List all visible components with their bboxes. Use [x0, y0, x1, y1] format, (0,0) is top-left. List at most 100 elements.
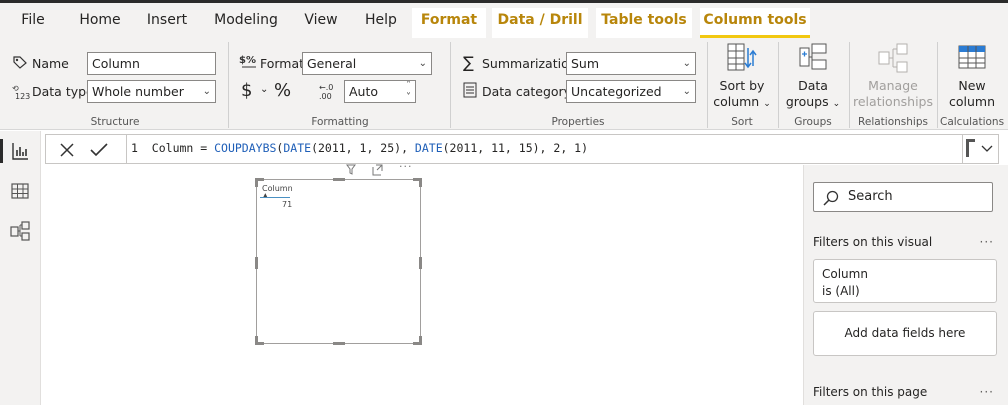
manage-relationships-button[interactable]: Manage relationships	[852, 42, 934, 110]
decimal-places-icon[interactable]: ←.0 .00	[318, 82, 336, 100]
tab-data-drill[interactable]: Data / Drill	[492, 8, 588, 38]
header-underline	[260, 197, 290, 198]
tab-home[interactable]: Home	[72, 8, 128, 38]
decimals-value: Auto	[349, 84, 379, 99]
cancel-formula-icon[interactable]	[54, 138, 80, 162]
visual-toolbar	[346, 164, 383, 176]
active-indicator	[0, 139, 3, 163]
chevron-down-icon	[966, 139, 993, 157]
more-options-icon[interactable]: ···	[980, 385, 994, 399]
data-groups-icon	[799, 43, 827, 70]
data-groups-button[interactable]: Data groups ⌄	[782, 42, 844, 112]
relationships-label-2: relationships	[853, 94, 933, 109]
filter-card-column[interactable]: Column is (All)	[813, 259, 997, 303]
svg-text:←.0: ←.0	[319, 83, 333, 92]
properties-group-label: Properties	[551, 116, 605, 128]
sort-group-label: Sort	[731, 116, 753, 128]
data-category-value: Uncategorized	[571, 84, 662, 99]
currency-button[interactable]: $	[241, 80, 252, 101]
relationships-label-1: Manage	[868, 78, 918, 93]
chevron-down-icon: ⌄	[682, 58, 691, 69]
svg-text:123: 123	[15, 92, 30, 100]
resize-handle[interactable]	[255, 336, 258, 345]
focus-mode-icon[interactable]	[372, 164, 383, 176]
ribbon-tabs: File Home Insert Modeling View Help Form…	[0, 0, 1008, 38]
view-switcher	[0, 131, 41, 405]
decimals-stepper[interactable]: Auto ˄ ˅	[344, 80, 416, 103]
stepper-down-icon[interactable]: ˅	[406, 87, 411, 102]
ribbon: Name Column ⟲ 123 Data type Whole number…	[0, 38, 1008, 130]
resize-handle[interactable]	[419, 178, 422, 187]
report-view-icon[interactable]	[8, 139, 32, 163]
data-type-label: Data type	[32, 84, 94, 99]
summarization-select[interactable]: Sum ⌄	[566, 52, 696, 75]
filters-on-visual-heading: Filters on this visual	[813, 235, 933, 249]
percent-button[interactable]: %	[274, 80, 291, 101]
formula-line-number: 1	[131, 141, 138, 155]
data-groups-label-1: Data	[798, 78, 828, 93]
relationships-icon	[878, 43, 908, 73]
formula-args: (2011, 1, 25),	[311, 141, 415, 155]
groups-group-label: Groups	[794, 116, 832, 128]
divider	[707, 42, 708, 128]
tab-table-tools[interactable]: Table tools	[596, 8, 692, 38]
resize-handle[interactable]	[255, 178, 258, 187]
report-canvas[interactable]	[42, 165, 803, 405]
formula-function: COUPDAYBS	[214, 141, 277, 155]
formula-input[interactable]: 1 Column = COUPDAYBS(DATE(2011, 1, 25), …	[126, 135, 958, 163]
tab-modeling[interactable]: Modeling	[206, 8, 286, 38]
tab-view[interactable]: View	[298, 8, 344, 38]
data-category-select[interactable]: Uncategorized ⌄	[566, 80, 696, 103]
data-type-value: Whole number	[92, 84, 184, 99]
more-options-icon[interactable]: ···	[399, 160, 413, 173]
divider	[450, 42, 451, 128]
add-data-fields-dropzone[interactable]: Add data fields here	[813, 311, 997, 356]
filter-search-input[interactable]: Search	[813, 182, 993, 212]
sort-by-column-button[interactable]: Sort by column ⌄	[712, 42, 772, 112]
card-visual[interactable]: Column ▲ 71	[255, 178, 422, 345]
resize-handle[interactable]	[255, 257, 258, 269]
resize-handle[interactable]	[333, 342, 345, 345]
model-view-icon[interactable]	[8, 219, 32, 243]
sort-by-column-icon	[727, 43, 757, 71]
formula-bar: 1 Column = COUPDAYBS(DATE(2011, 1, 25), …	[45, 134, 999, 164]
formula-function: DATE	[283, 141, 312, 155]
svg-text:.00: .00	[319, 92, 332, 100]
tab-insert[interactable]: Insert	[140, 8, 194, 38]
data-type-select[interactable]: Whole number ⌄	[87, 80, 216, 103]
chevron-down-icon: ⌄	[763, 99, 771, 109]
resize-handle[interactable]	[419, 336, 422, 345]
chevron-down-icon: ⌄	[418, 58, 427, 69]
data-view-icon[interactable]	[8, 179, 32, 203]
tab-file[interactable]: File	[12, 8, 54, 38]
summarization-value: Sum	[571, 56, 600, 71]
filter-icon[interactable]	[346, 164, 356, 175]
more-options-icon[interactable]: ···	[980, 235, 994, 249]
tab-format[interactable]: Format	[412, 8, 486, 38]
tab-column-tools[interactable]: Column tools	[700, 8, 810, 38]
pane-scrollbar[interactable]	[1002, 165, 1008, 405]
divider	[849, 42, 850, 128]
sigma-icon: ∑	[463, 53, 474, 72]
chevron-down-icon[interactable]: ⌄	[260, 84, 268, 95]
divider	[937, 42, 938, 128]
svg-text:$%: $%	[239, 55, 256, 66]
filter-state: is (All)	[822, 284, 860, 298]
tab-help[interactable]: Help	[358, 8, 404, 38]
search-icon	[823, 190, 839, 206]
commit-formula-icon[interactable]	[86, 138, 112, 162]
format-icon: $%	[239, 55, 256, 68]
format-select[interactable]: General ⌄	[302, 52, 432, 75]
resize-handle[interactable]	[333, 178, 345, 181]
new-column-label-2: column	[948, 94, 995, 109]
new-column-button[interactable]: New column	[942, 42, 1002, 110]
resize-handle[interactable]	[419, 257, 422, 269]
new-column-label-1: New	[958, 78, 986, 93]
search-placeholder: Search	[848, 189, 893, 204]
filter-field-name: Column	[822, 267, 868, 281]
visual-value: 71	[282, 200, 293, 209]
name-input[interactable]: Column	[87, 52, 216, 75]
new-column-icon	[958, 45, 986, 69]
data-type-icon: ⟲ 123	[12, 84, 30, 100]
expand-formula-button[interactable]	[962, 135, 998, 163]
